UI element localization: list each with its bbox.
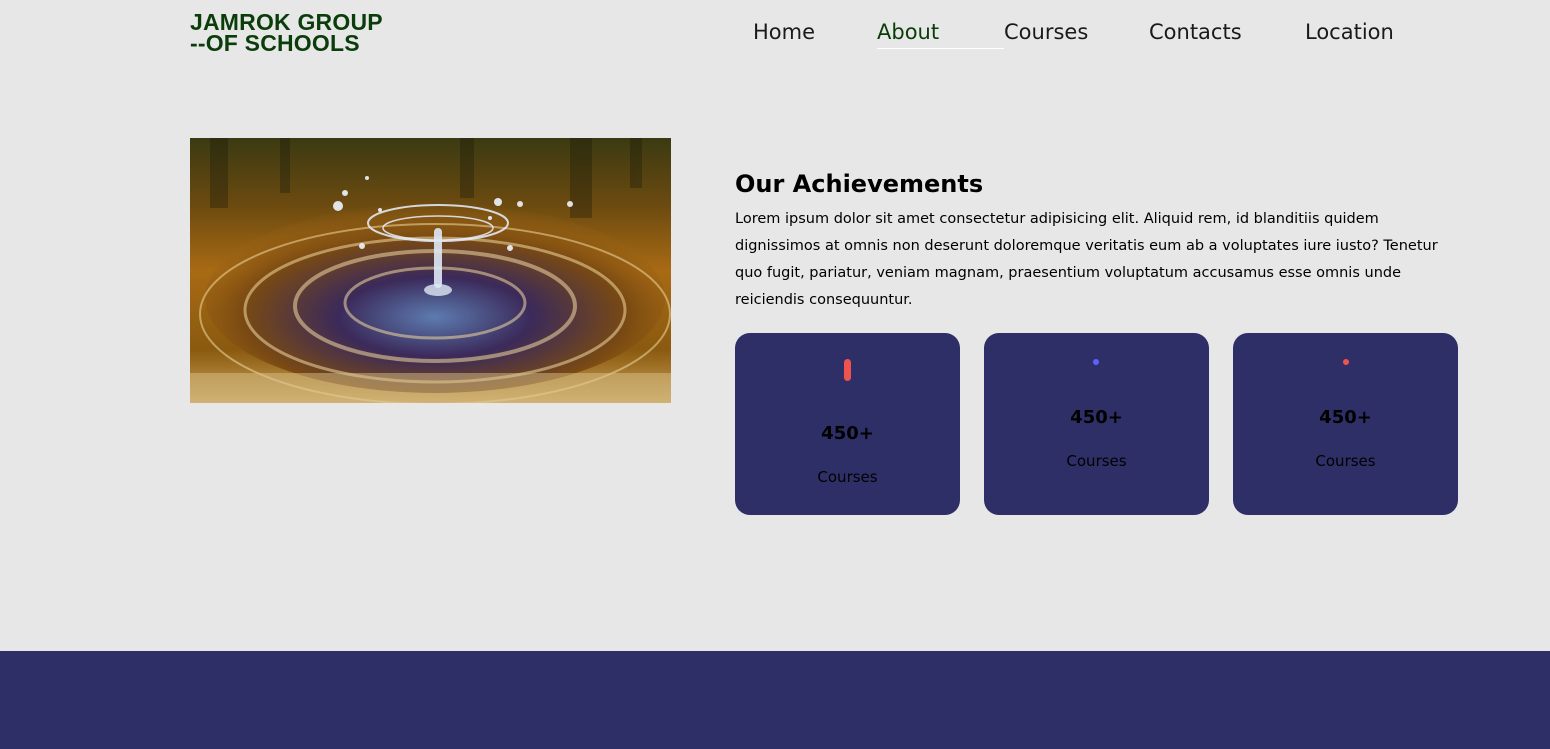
nav-home[interactable]: Home [753, 20, 877, 49]
stats-cards: 450+ Courses 450+ Courses 450+ Courses [735, 333, 1458, 515]
logo-line-2: --OF SCHOOLS [190, 30, 360, 56]
section-body: Lorem ipsum dolor sit amet consectetur a… [735, 211, 1438, 308]
stat-label: Courses [1315, 452, 1376, 470]
stat-label: Courses [1066, 452, 1127, 470]
blue-dot-icon [1093, 359, 1099, 365]
stat-card: 450+ Courses [735, 333, 960, 515]
stat-value: 450+ [1319, 407, 1372, 428]
stat-value: 450+ [821, 423, 874, 444]
red-dot-icon [1343, 359, 1349, 365]
stat-card: 450+ Courses [984, 333, 1209, 515]
site-logo[interactable]: JAMROK GROUP --OF SCHOOLS [190, 11, 383, 56]
red-bar-icon [844, 359, 851, 381]
nav-about[interactable]: About [877, 20, 1004, 49]
stat-card: 450+ Courses [1233, 333, 1458, 515]
main-nav: Home About Courses Contacts Location [753, 20, 1405, 49]
nav-courses[interactable]: Courses [1004, 20, 1149, 49]
nav-location[interactable]: Location [1305, 20, 1405, 49]
stat-value: 450+ [1070, 407, 1123, 428]
stat-label: Courses [817, 468, 878, 486]
section-title: Our Achievements [735, 170, 984, 198]
footer [0, 651, 1550, 749]
about-section: Our Achievements Lorem ipsum dolor sit a… [735, 170, 1457, 314]
nav-contacts[interactable]: Contacts [1149, 20, 1305, 49]
water-drop-splash-image [190, 138, 671, 403]
